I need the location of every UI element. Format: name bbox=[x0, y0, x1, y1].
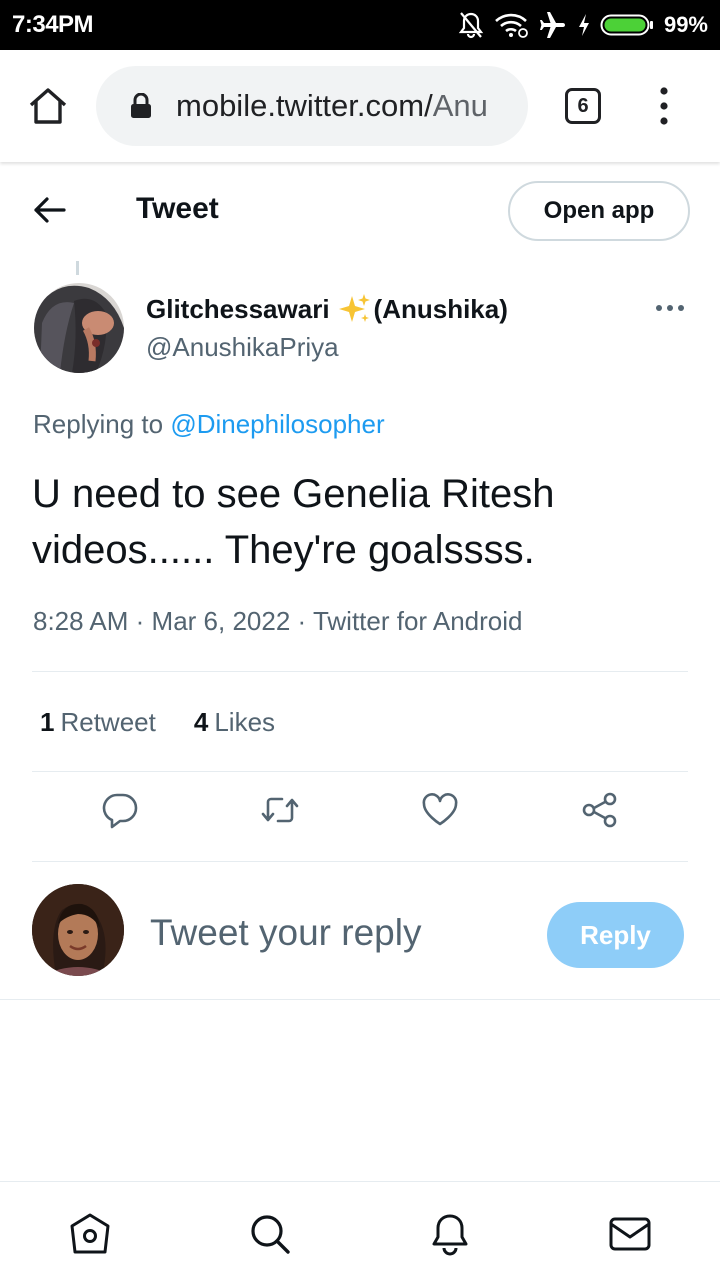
airplane-mode-icon bbox=[538, 11, 568, 39]
likes-stat[interactable]: 4 Likes bbox=[194, 707, 275, 738]
meta-separator: · bbox=[297, 606, 313, 636]
status-time: 7:34PM bbox=[12, 11, 94, 38]
divider bbox=[0, 999, 720, 1000]
reply-icon[interactable] bbox=[100, 790, 140, 830]
divider bbox=[32, 771, 688, 772]
status-bar: 7:34PM 99% bbox=[0, 0, 720, 50]
tweet-header: Tweet Open app bbox=[0, 162, 720, 258]
author-handle[interactable]: @AnushikaPriya bbox=[146, 332, 339, 363]
replying-mention-link[interactable]: @Dinephilosopher bbox=[170, 409, 384, 439]
author-display-name[interactable]: Glitchessawari (Anushika) bbox=[146, 292, 508, 326]
browser-toolbar: mobile.twitter.com/Anu 6 bbox=[0, 50, 720, 162]
author-name-text: Glitchessawari bbox=[146, 293, 330, 324]
meta-separator: · bbox=[135, 606, 152, 636]
sparkles-icon bbox=[338, 292, 372, 326]
replying-to-line: Replying to @Dinephilosopher bbox=[33, 409, 385, 440]
url-host: mobile.twitter.com/ bbox=[176, 88, 433, 123]
tweet-text: U need to see Genelia Ritesh videos.....… bbox=[32, 472, 555, 572]
wifi-icon bbox=[494, 12, 528, 38]
retweets-stat[interactable]: 1 Retweet bbox=[40, 707, 156, 738]
retweet-icon[interactable] bbox=[260, 790, 300, 830]
tab-switcher-button[interactable]: 6 bbox=[565, 88, 601, 124]
bottom-navigation bbox=[0, 1181, 720, 1280]
tweet-date[interactable]: Mar 6, 2022 bbox=[152, 606, 291, 636]
divider bbox=[32, 671, 688, 672]
user-avatar[interactable] bbox=[32, 884, 124, 976]
home-icon[interactable] bbox=[26, 86, 70, 126]
tweet-stats: 1 Retweet 4 Likes bbox=[40, 707, 275, 738]
charging-icon bbox=[578, 13, 590, 37]
address-bar[interactable]: mobile.twitter.com/Anu bbox=[96, 66, 528, 146]
url-path: Anu bbox=[432, 88, 488, 123]
battery-icon bbox=[600, 13, 654, 37]
url-text: mobile.twitter.com/Anu bbox=[176, 88, 488, 124]
home-nav-icon[interactable] bbox=[68, 1212, 112, 1256]
more-options-icon[interactable] bbox=[654, 300, 686, 316]
replying-prefix: Replying to bbox=[33, 409, 164, 439]
battery-percent: 99% bbox=[663, 12, 708, 37]
tweet-actions bbox=[0, 790, 720, 846]
messages-nav-icon[interactable] bbox=[608, 1212, 652, 1256]
retweet-label: Retweet bbox=[60, 707, 156, 737]
tweet-source[interactable]: Twitter for Android bbox=[313, 606, 523, 636]
browser-menu-icon[interactable] bbox=[652, 84, 676, 128]
share-icon[interactable] bbox=[580, 790, 620, 830]
notifications-off-icon bbox=[458, 11, 484, 39]
search-nav-icon[interactable] bbox=[248, 1212, 292, 1256]
tweet-time[interactable]: 8:28 AM bbox=[33, 606, 128, 636]
divider bbox=[32, 861, 688, 862]
author-name-suffix: (Anushika) bbox=[373, 293, 508, 324]
notifications-nav-icon[interactable] bbox=[428, 1212, 472, 1256]
lock-icon bbox=[130, 92, 152, 119]
open-app-button[interactable]: Open app bbox=[508, 181, 690, 241]
reply-input[interactable]: Tweet your reply bbox=[150, 912, 421, 954]
retweet-count: 1 bbox=[40, 707, 55, 737]
like-count: 4 bbox=[193, 707, 209, 737]
reply-button[interactable]: Reply bbox=[547, 902, 684, 968]
like-heart-icon[interactable] bbox=[420, 790, 460, 830]
thread-connector bbox=[76, 261, 79, 275]
like-label: Likes bbox=[214, 707, 276, 737]
page-title: Tweet bbox=[136, 192, 219, 225]
back-arrow-icon[interactable] bbox=[30, 192, 70, 228]
tweet-meta: 8:28 AM · Mar 6, 2022 · Twitter for Andr… bbox=[33, 606, 522, 637]
author-avatar[interactable] bbox=[34, 283, 124, 373]
status-icons: 99% bbox=[458, 11, 708, 39]
